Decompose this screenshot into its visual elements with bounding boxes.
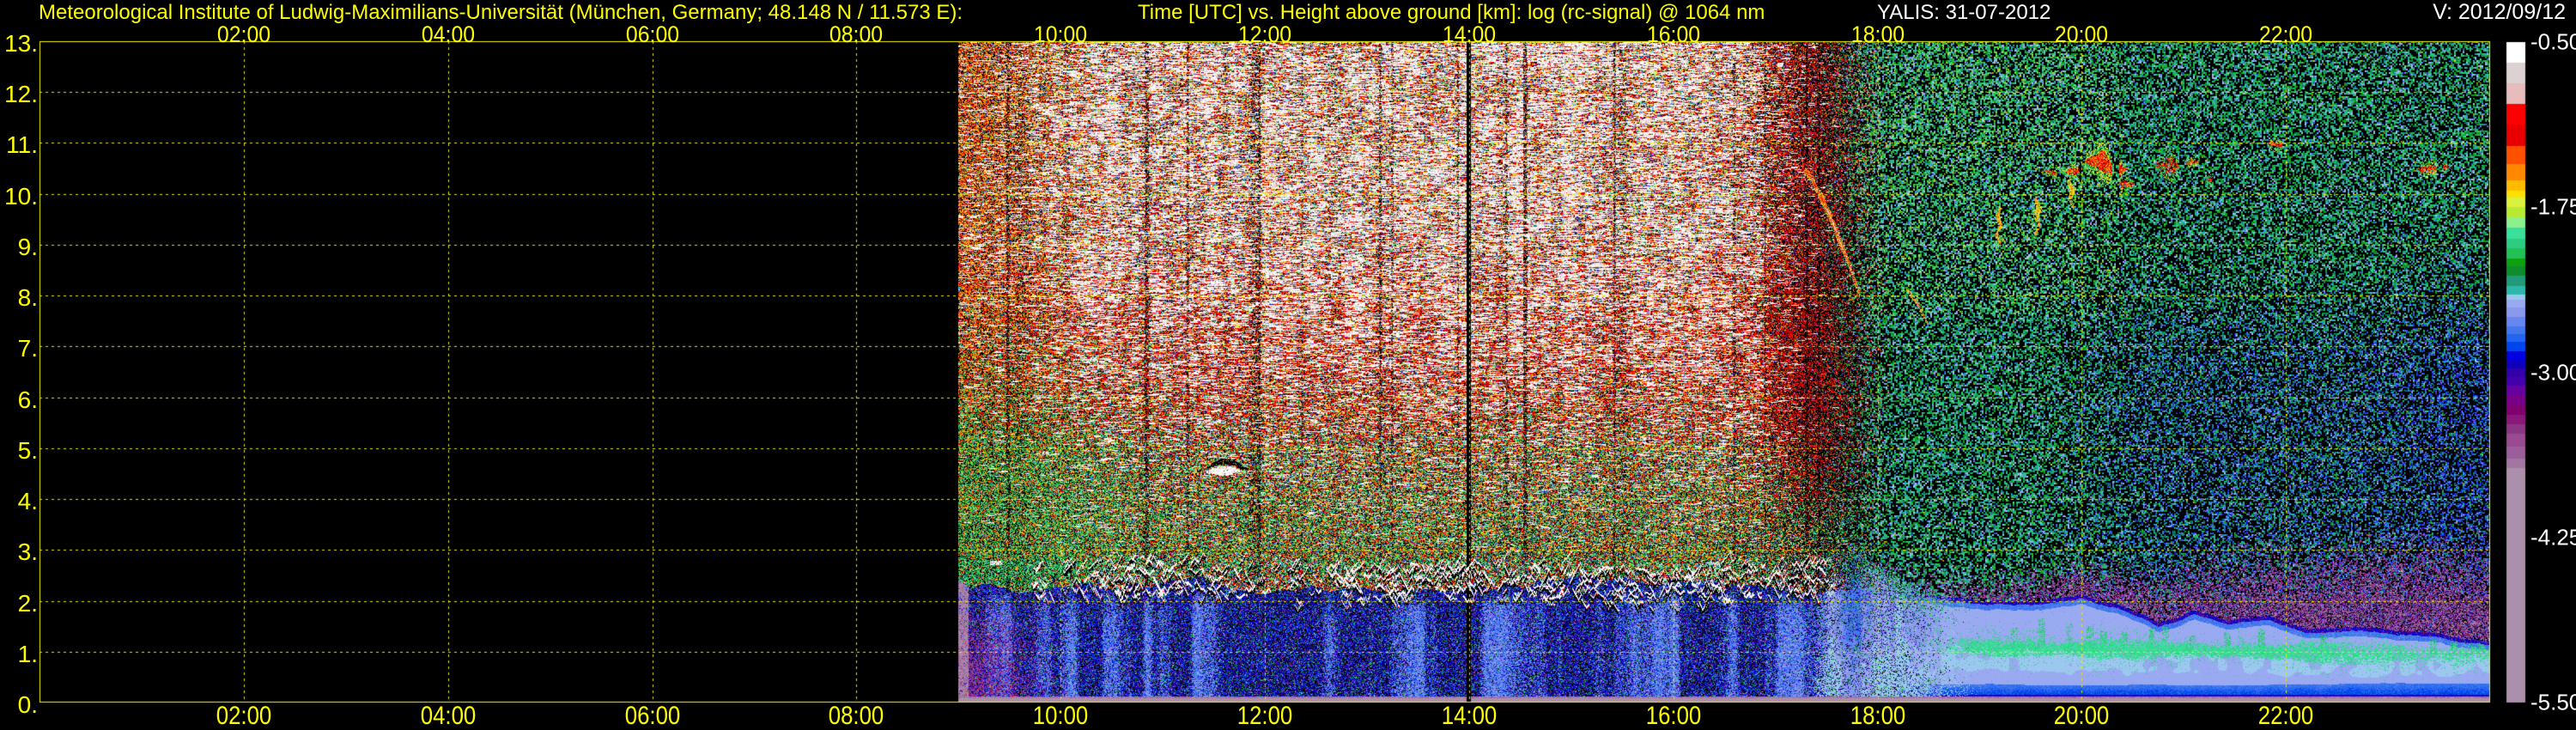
colorbar-tick-label: -0.50 xyxy=(2530,29,2576,56)
y-tick-label: 5. xyxy=(0,437,38,465)
y-tick-label: 1. xyxy=(0,641,38,668)
x-tick-label-top: 10:00 xyxy=(1034,21,1087,48)
x-tick-label-bottom: 12:00 xyxy=(1237,702,1293,730)
x-tick-label-bottom: 14:00 xyxy=(1442,702,1498,730)
x-tick-label-top: 20:00 xyxy=(2055,21,2108,48)
x-tick-label-bottom: 20:00 xyxy=(2054,702,2110,730)
x-tick-label-bottom: 04:00 xyxy=(420,702,476,730)
x-tick-label-top: 14:00 xyxy=(1443,21,1496,48)
station-date-label: YALIS: 31-07-2012 xyxy=(1877,2,2050,23)
colorbar-tick-label: -5.50 xyxy=(2530,690,2576,716)
y-tick-label: 2. xyxy=(0,590,38,617)
x-tick-label-bottom: 16:00 xyxy=(1645,702,1701,730)
lidar-quicklook-screen: Meteorological Institute of Ludwig-Maxim… xyxy=(0,0,2576,730)
y-tick-label: 4. xyxy=(0,488,38,515)
y-tick-label: 7. xyxy=(0,336,38,363)
x-tick-label-top: 18:00 xyxy=(1850,21,1904,48)
y-tick-label: 11. xyxy=(0,132,38,160)
time-height-heatmap-canvas xyxy=(0,0,2576,730)
x-tick-label-bottom: 10:00 xyxy=(1033,702,1089,730)
colorbar-tick-label: -3.00 xyxy=(2530,359,2576,386)
plot-title: Time [UTC] vs. Height above ground [km]:… xyxy=(1138,2,1765,23)
y-tick-label: 6. xyxy=(0,386,38,414)
colorbar-tick-label: -4.25 xyxy=(2530,524,2576,551)
y-tick-label: 9. xyxy=(0,234,38,261)
version-label: V: 2012/09/12 xyxy=(2433,2,2566,23)
x-tick-label-top: 04:00 xyxy=(422,21,475,48)
colorbar-tick-label: -1.75 xyxy=(2530,194,2576,221)
y-tick-label: 12. xyxy=(0,81,38,108)
y-tick-label: 0. xyxy=(0,691,38,719)
x-tick-label-bottom: 06:00 xyxy=(624,702,680,730)
x-tick-label-bottom: 22:00 xyxy=(2258,702,2314,730)
y-tick-label: 3. xyxy=(0,538,38,566)
x-tick-label-top: 22:00 xyxy=(2259,21,2312,48)
x-tick-label-bottom: 18:00 xyxy=(1850,702,1905,730)
y-tick-label: 10. xyxy=(0,183,38,210)
y-tick-label: 13. xyxy=(0,30,38,58)
institute-title: Meteorological Institute of Ludwig-Maxim… xyxy=(39,2,963,23)
y-tick-label: 8. xyxy=(0,284,38,312)
x-tick-label-bottom: 08:00 xyxy=(829,702,884,730)
x-tick-label-top: 16:00 xyxy=(1647,21,1700,48)
x-tick-label-bottom: 02:00 xyxy=(216,702,272,730)
x-tick-label-top: 02:00 xyxy=(217,21,270,48)
x-tick-label-top: 12:00 xyxy=(1238,21,1291,48)
x-tick-label-top: 08:00 xyxy=(829,21,883,48)
x-tick-label-top: 06:00 xyxy=(625,21,678,48)
